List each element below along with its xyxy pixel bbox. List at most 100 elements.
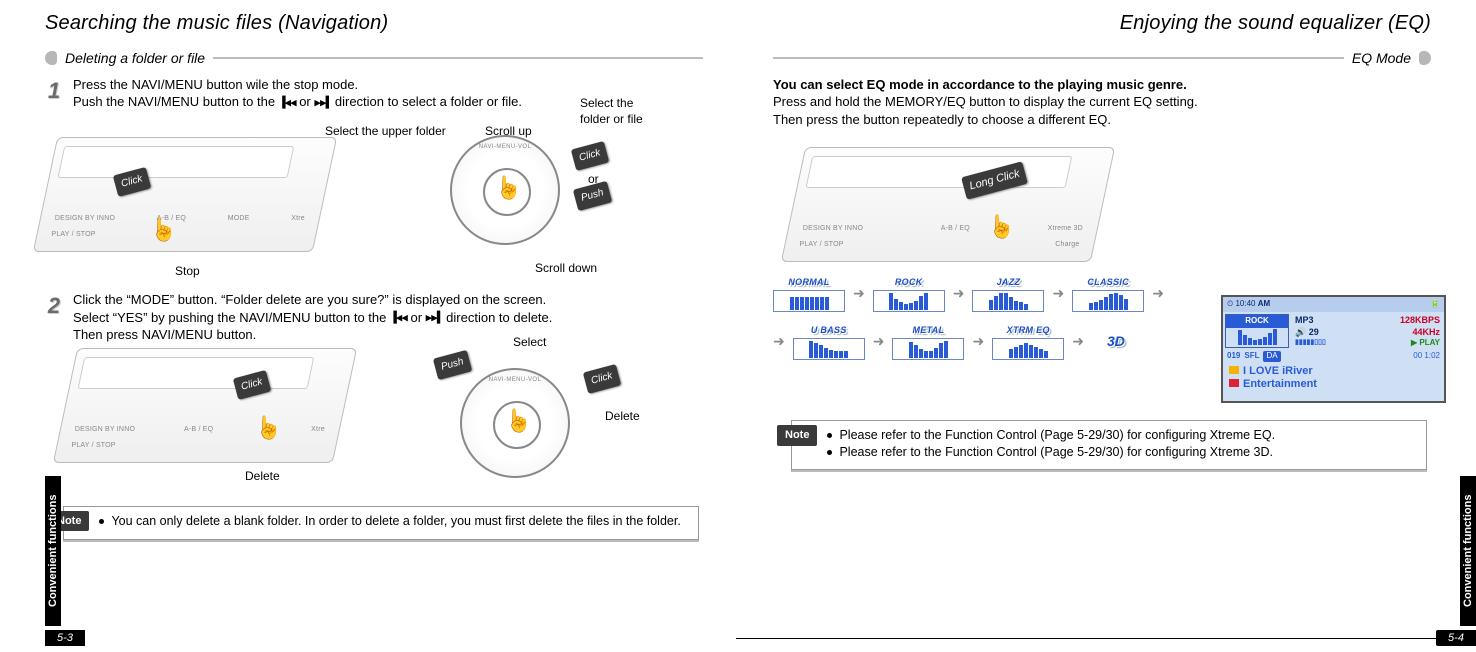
lcd-eq-name: ROCK xyxy=(1226,315,1288,328)
device-label: PLAY / STOP xyxy=(800,239,844,248)
eq-bars-icon xyxy=(1072,290,1144,312)
arrow-icon: ➜ xyxy=(1152,284,1164,303)
hand-icon: ☝ xyxy=(150,215,177,245)
section-heading-bar: EQ Mode xyxy=(773,49,1431,68)
lcd-vol-bar: ▮▮▮▮▮▯▯▯ xyxy=(1295,338,1326,349)
eq-label: XTRM EQ xyxy=(992,324,1064,336)
section-heading-bar: Deleting a folder or file xyxy=(45,49,703,68)
page-title: Enjoying the sound equalizer (EQ) xyxy=(773,10,1431,37)
side-tab: Convenient functions xyxy=(1460,476,1476,626)
page-left: Searching the music files (Navigation) D… xyxy=(0,0,738,652)
eq-classic: CLASSIC xyxy=(1072,276,1144,312)
step-2-line1: Click the “MODE” button. “Folder delete … xyxy=(73,291,552,309)
rewind-icon: ▐◀◀ xyxy=(390,311,407,326)
music-icon xyxy=(1229,379,1239,387)
text: direction to delete. xyxy=(446,310,552,325)
forward-icon: ▶▶▌ xyxy=(314,96,331,111)
heading-rule xyxy=(213,57,703,59)
step-2: 2 Click the “MODE” button. “Folder delet… xyxy=(45,291,703,344)
joystick-label: NAVI-MENU-VOL xyxy=(462,376,568,384)
eq-ubass: U BASS xyxy=(793,324,865,360)
note-list: You can only delete a blank folder. In o… xyxy=(99,513,680,530)
eq-rock: ROCK xyxy=(873,276,945,312)
eq-bars-icon xyxy=(793,338,865,360)
note-item: Please refer to the Function Control (Pa… xyxy=(827,444,1275,461)
note-list: Please refer to the Function Control (Pa… xyxy=(827,427,1275,461)
heading-rule xyxy=(773,57,1344,59)
eq-metal: METAL xyxy=(892,324,964,360)
annotation-delete: Delete xyxy=(605,408,640,424)
eq-label: ROCK xyxy=(873,276,945,288)
step-1-line1: Press the NAVI/MENU button wile the stop… xyxy=(73,76,522,94)
side-tab: Convenient functions xyxy=(45,476,61,626)
lcd-title-text: I LOVE iRiver Entertainment xyxy=(1223,363,1444,393)
annotation-stop: Stop xyxy=(175,263,200,279)
annotation-scroll-down: Scroll down xyxy=(535,260,597,276)
rewind-icon: ▐◀◀ xyxy=(279,96,296,111)
note-item: Please refer to the Function Control (Pa… xyxy=(827,427,1275,444)
text: direction to select a folder or file. xyxy=(335,94,522,109)
page-number: 5-3 xyxy=(45,630,85,646)
lcd-bitrate: 128KBPS xyxy=(1400,314,1440,326)
device-label: DESIGN BY INNO xyxy=(55,214,115,223)
hand-icon: ☝ xyxy=(495,173,522,203)
arrow-icon: ➜ xyxy=(873,332,885,351)
eq-label: JAZZ xyxy=(972,276,1044,288)
hand-icon: ☝ xyxy=(255,413,282,443)
figure-step1: DESIGN BY INNO A-B / EQ MODE Xtre PLAY /… xyxy=(45,115,703,285)
device-label: Xtreme 3D xyxy=(1048,223,1083,232)
joystick-label: NAVI-MENU-VOL xyxy=(452,143,558,151)
hand-icon: ☝ xyxy=(505,406,532,436)
eq-label: CLASSIC xyxy=(1072,276,1144,288)
note-item: You can only delete a blank folder. In o… xyxy=(99,513,680,530)
note-box: Note You can only delete a blank folder.… xyxy=(63,506,699,541)
lcd-sfl: SFL xyxy=(1244,351,1259,362)
device-label: DESIGN BY INNO xyxy=(803,223,863,232)
lcd-track-num: 019 xyxy=(1227,351,1240,362)
text: or xyxy=(299,94,314,109)
arrow-icon: ➜ xyxy=(972,332,984,351)
lcd-khz: 44KHz xyxy=(1412,326,1440,338)
page-right: Enjoying the sound equalizer (EQ) EQ Mod… xyxy=(738,0,1476,652)
eq-sequence: NORMAL ➜ ROCK ➜ JAZZ ➜ CLASSIC ➜ ➜ U BAS… xyxy=(773,276,1173,360)
lcd-info: MP3128KBPS 🔊 2944KHz ▮▮▮▮▮▯▯▯▶ PLAY xyxy=(1291,312,1444,350)
arrow-icon: ➜ xyxy=(953,284,965,303)
eq-bars-icon xyxy=(1226,328,1288,346)
device-label: DESIGN BY INNO xyxy=(75,424,135,433)
hand-icon: ☝ xyxy=(988,212,1015,242)
folder-icon xyxy=(1229,366,1239,374)
heading-cap xyxy=(45,51,57,65)
lcd-eq-box: ROCK xyxy=(1225,314,1289,348)
device-illustration: DESIGN BY INNO A-B / EQ MODE Xtre PLAY /… xyxy=(33,137,337,252)
arrow-icon: ➜ xyxy=(1052,284,1064,303)
intro-line3: Then press the button repeatedly to choo… xyxy=(773,111,1431,129)
heading-cap xyxy=(1419,51,1431,65)
text: or xyxy=(410,310,425,325)
device-label: Xtre xyxy=(311,424,325,433)
lcd-line1: I LOVE iRiver xyxy=(1243,365,1313,377)
step-1-number: 1 xyxy=(45,76,63,111)
side-tab-label: Convenient functions xyxy=(46,476,61,626)
eq-bars-icon xyxy=(773,290,845,312)
battery-icon: 🔋 xyxy=(1430,299,1440,310)
device-label: A-B / EQ xyxy=(941,223,970,232)
eq-bars-icon xyxy=(972,290,1044,312)
device-illustration: DESIGN BY INNO A-B / EQ Xtre PLAY / STOP xyxy=(53,348,357,463)
page-title: Searching the music files (Navigation) xyxy=(45,10,703,37)
lcd-screen: ⏲ 10:40 AM 🔋 ROCK MP3128KBPS 🔊 2944KHz ▮… xyxy=(1221,295,1446,403)
step-2-line2: Select “YES” by pushing the NAVI/MENU bu… xyxy=(73,309,552,327)
eq-bars-icon xyxy=(992,338,1064,360)
eq-label: METAL xyxy=(892,324,964,336)
forward-icon: ▶▶▌ xyxy=(426,311,443,326)
eq-xtrm: XTRM EQ xyxy=(992,324,1064,360)
side-tab-label: Convenient functions xyxy=(1461,476,1476,626)
intro-text: You can select EQ mode in accordance to … xyxy=(773,76,1431,129)
eq-label: U BASS xyxy=(793,324,865,336)
step-2-text: Click the “MODE” button. “Folder delete … xyxy=(73,291,552,344)
intro-bold: You can select EQ mode in accordance to … xyxy=(773,76,1431,94)
lcd-format: MP3 xyxy=(1295,314,1314,326)
device-label: PLAY / STOP xyxy=(52,230,96,239)
eq-bars-icon xyxy=(873,290,945,312)
figure-step2: Select DESIGN BY INNO A-B / EQ Xtre PLAY… xyxy=(45,348,703,498)
eq-3d: 3D xyxy=(1092,330,1140,354)
